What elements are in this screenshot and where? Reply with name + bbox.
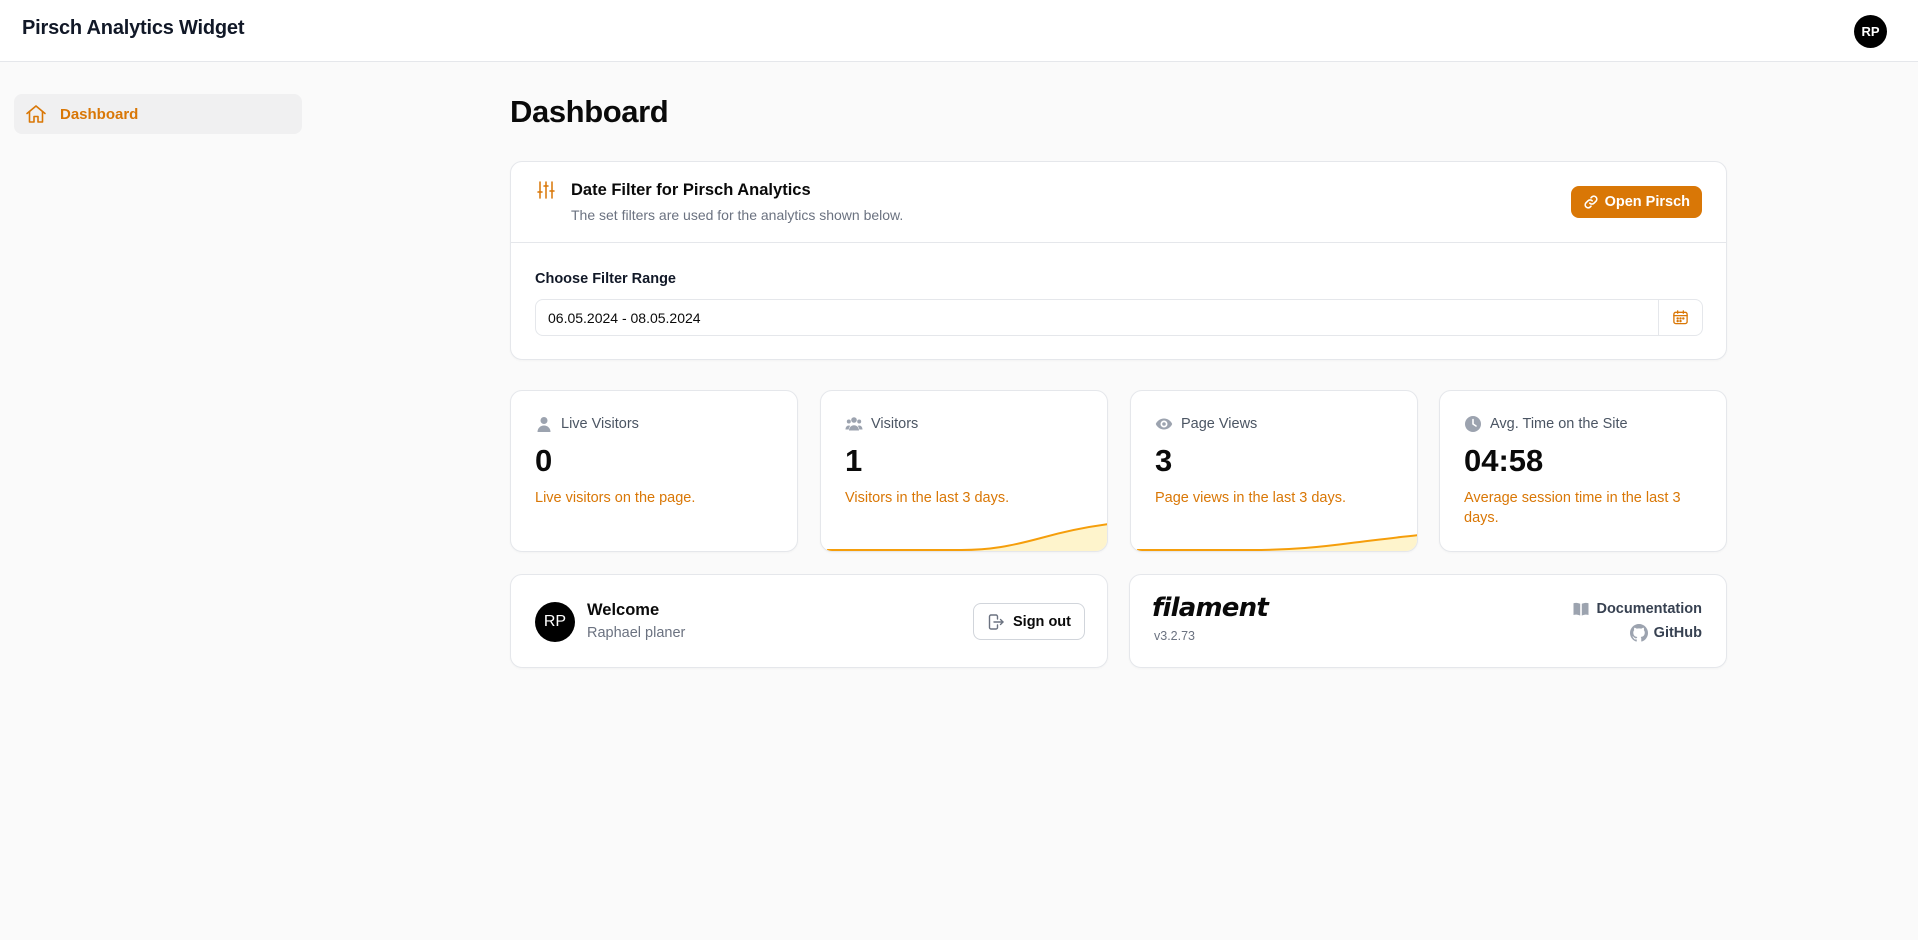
stat-label: Live Visitors [561,416,639,432]
calendar-button[interactable] [1658,300,1702,335]
sliders-icon [537,181,555,199]
github-label: GitHub [1653,625,1702,641]
top-bar: Pirsch Analytics Widget RP [0,0,1918,62]
stat-label: Page Views [1181,416,1258,432]
sign-out-button[interactable]: Sign out [973,603,1085,640]
stat-value: 0 [535,443,553,478]
stat-label: Visitors [871,416,919,432]
bottom-widgets: RP Welcome Raphael planer Sign out filam… [510,574,1727,668]
stat-value: 1 [845,443,863,478]
welcome-title: Welcome [587,601,660,619]
sidebar-item-dashboard[interactable]: Dashboard [14,94,302,134]
date-range-value[interactable]: 06.05.2024 - 08.05.2024 [536,300,1658,335]
sign-out-icon [988,613,1004,630]
stat-description: Visitors in the last 3 days. [845,490,1010,506]
stat-description: Page views in the last 3 days. [1155,490,1347,506]
date-filter-title: Date Filter for Pirsch Analytics [571,181,811,199]
filament-links: Documentation GitHub [1572,600,1702,642]
open-pirsch-button[interactable]: Open Pirsch [1570,186,1702,218]
stat-description: Average session time in the last 3 days. [1464,490,1681,526]
calendar-icon [1673,310,1688,325]
date-filter-header: Date Filter for Pirsch Analytics The set… [511,162,1726,243]
date-range-input[interactable]: 06.05.2024 - 08.05.2024 [535,299,1703,336]
stat-value: 3 [1155,443,1173,478]
open-pirsch-label: Open Pirsch [1604,194,1690,210]
page-title: Dashboard [510,94,669,129]
stat-page-views: Page Views 3 Page views in the last 3 da… [1130,390,1418,552]
main-content: Dashboard Date Filter for Pirsch Analyti… [510,94,1727,668]
sidebar-item-label: Dashboard [60,105,139,123]
filament-logo[interactable]: filament [1152,593,1269,623]
github-link[interactable]: GitHub [1629,624,1702,642]
account-widget: RP Welcome Raphael planer Sign out [510,574,1108,668]
page-views-sparkline [1137,534,1417,551]
github-icon [1629,624,1648,642]
stat-value: 04:58 [1464,443,1544,478]
clock-icon [1465,416,1481,432]
sidebar: Dashboard [14,94,302,134]
filter-range-label: Choose Filter Range [535,271,676,287]
eye-icon [1155,418,1173,430]
stat-avg-time: Avg. Time on the Site 04:58 Average sess… [1439,390,1727,552]
filament-version: v3.2.73 [1154,629,1196,643]
user-icon [537,417,551,432]
avatar: RP [535,602,575,642]
book-icon [1573,602,1589,616]
documentation-label: Documentation [1596,601,1702,617]
stat-label: Avg. Time on the Site [1490,416,1628,432]
date-filter-body: Choose Filter Range 06.05.2024 - 08.05.2… [511,243,1726,360]
documentation-link[interactable]: Documentation [1572,600,1702,618]
link-icon [1584,195,1598,209]
home-icon [26,105,46,123]
stat-live-visitors: Live Visitors 0 Live visitors on the pag… [510,390,798,552]
user-avatar[interactable]: RP [1854,15,1887,48]
date-filter-description: The set filters are used for the analyti… [571,207,904,223]
date-filter-card: Date Filter for Pirsch Analytics The set… [510,161,1727,360]
stat-description: Live visitors on the page. [535,490,696,506]
filament-info-widget: filament v3.2.73 Documentation GitHub [1129,574,1727,668]
user-name: Raphael planer [587,625,686,641]
stat-visitors: Visitors 1 Visitors in the last 3 days. [820,390,1108,552]
sign-out-label: Sign out [1013,613,1071,630]
app-title[interactable]: Pirsch Analytics Widget [22,17,245,40]
stats-overview: Live Visitors 0 Live visitors on the pag… [510,390,1727,552]
visitors-sparkline [827,523,1107,551]
users-icon [845,417,863,431]
